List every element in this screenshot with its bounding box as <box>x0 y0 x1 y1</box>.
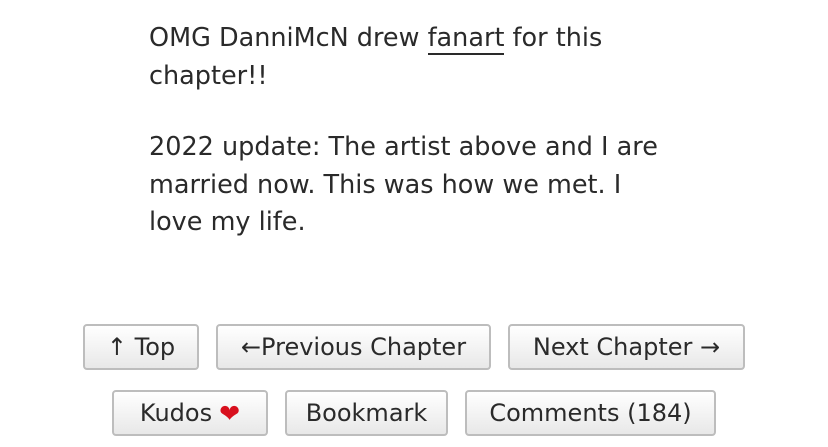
heart-icon: ❤ <box>219 398 241 428</box>
end-notes: OMG DanniMcN drew fanart for this chapte… <box>149 20 669 242</box>
notes-paragraph-1: OMG DanniMcN drew fanart for this chapte… <box>149 20 669 95</box>
previous-chapter-button[interactable]: ←Previous Chapter <box>216 324 491 370</box>
fanart-link[interactable]: fanart <box>427 23 505 55</box>
top-button[interactable]: ↑ Top <box>83 324 199 370</box>
comments-button[interactable]: Comments (184) <box>465 390 716 436</box>
kudos-button[interactable]: Kudos ❤ <box>112 390 268 436</box>
kudos-label: Kudos <box>139 399 213 427</box>
chapter-navigation: ↑ Top ←Previous Chapter Next Chapter → <box>0 324 828 370</box>
bookmark-button[interactable]: Bookmark <box>285 390 448 436</box>
work-actions: Kudos ❤ Bookmark Comments (184) <box>0 390 828 436</box>
chapter-page: OMG DanniMcN drew fanart for this chapte… <box>0 0 828 447</box>
next-chapter-button[interactable]: Next Chapter → <box>508 324 745 370</box>
notes-text-before-link: OMG DanniMcN drew <box>149 23 428 53</box>
notes-paragraph-2: 2022 update: The artist above and I are … <box>149 132 658 237</box>
